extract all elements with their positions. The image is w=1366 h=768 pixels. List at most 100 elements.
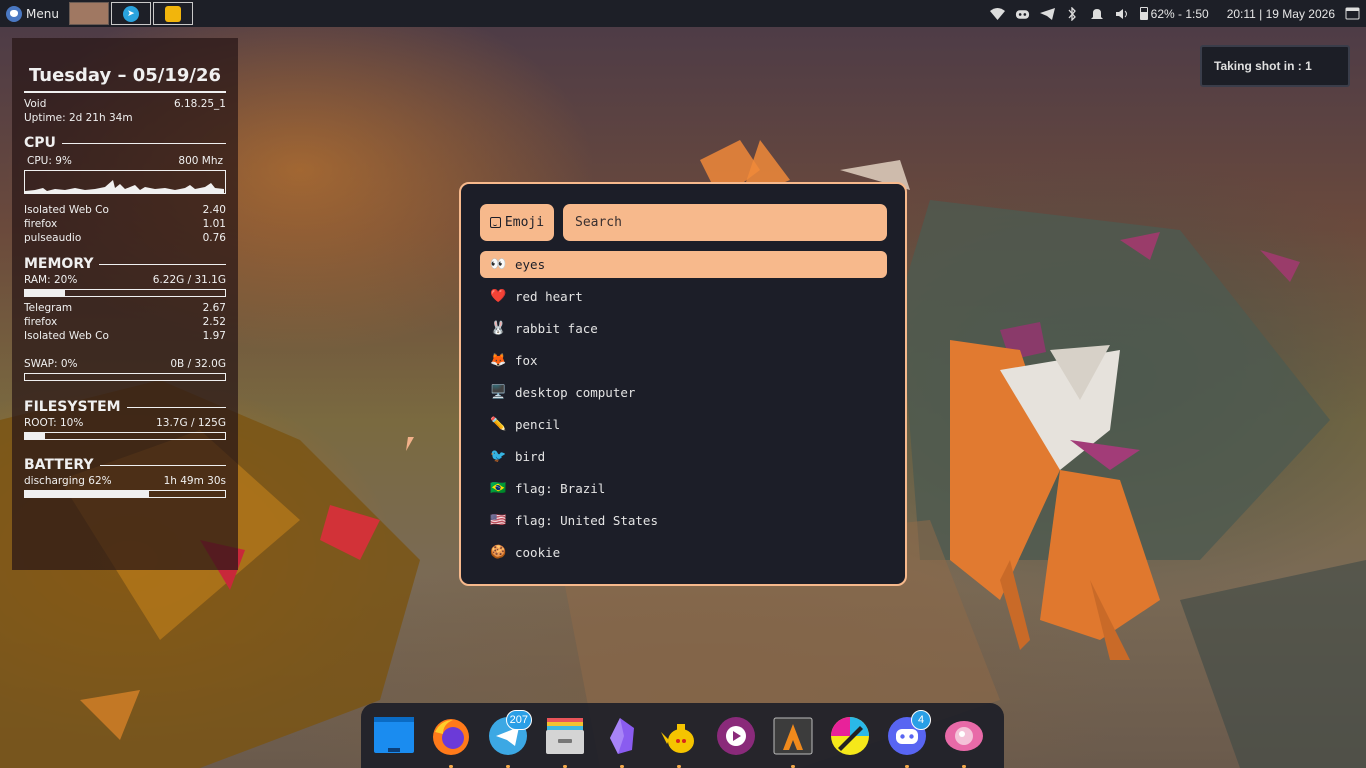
emoji-picker: Emoji 👀 eyes ❤️ red heart 🐰 rabbit face 🦊 fox 🖥️… bbox=[459, 182, 907, 586]
emoji-label: pencil bbox=[515, 417, 561, 432]
running-indicator bbox=[677, 764, 681, 768]
conky-date: Tuesday – 05/19/26 bbox=[28, 65, 222, 86]
dock-app-file-manager[interactable] bbox=[545, 716, 585, 768]
obsidian-icon bbox=[610, 717, 634, 754]
ram-label: RAM: 20% bbox=[24, 274, 78, 286]
emoji-item[interactable]: 🍪 cookie bbox=[480, 539, 887, 566]
taskbar-item-telegram[interactable]: ➤ bbox=[110, 2, 151, 25]
firefox-icon bbox=[433, 718, 469, 755]
system-monitor-widget: Tuesday – 05/19/26 Void 6.18.25_1 Uptime… bbox=[12, 38, 238, 570]
battery-indicator[interactable]: 62% - 1:50 bbox=[1139, 6, 1209, 21]
emoji-item[interactable]: 👀 eyes bbox=[480, 251, 887, 278]
dock-app-discord[interactable]: 4 bbox=[887, 709, 931, 768]
mode-switch-button[interactable]: Emoji bbox=[480, 204, 554, 241]
search-input[interactable] bbox=[563, 204, 887, 241]
battery-status: discharging 62% bbox=[24, 475, 112, 487]
emoji-item[interactable]: ❤️ red heart bbox=[480, 283, 887, 310]
discord-icon[interactable] bbox=[1015, 7, 1030, 21]
mode-label: Emoji bbox=[504, 215, 545, 230]
window-icon[interactable] bbox=[1345, 7, 1360, 21]
dock-app-firefox[interactable] bbox=[431, 716, 471, 768]
emoji-label: flag: United States bbox=[515, 513, 658, 528]
running-indicator bbox=[962, 764, 966, 768]
battery-bar bbox=[24, 490, 226, 498]
battery-time: 1h 49m 30s bbox=[163, 475, 226, 487]
dock-app-eye[interactable] bbox=[944, 716, 984, 768]
emoji-glyph: 🖥️ bbox=[490, 385, 507, 400]
emoji-label: desktop computer bbox=[515, 385, 636, 400]
root-row: ROOT: 10% 13.7G / 125G bbox=[24, 416, 226, 430]
emoji-glyph: 🐰 bbox=[490, 321, 507, 336]
emoji-glyph: ❤️ bbox=[490, 289, 507, 304]
emoji-item[interactable]: 🐰 rabbit face bbox=[480, 315, 887, 342]
emoji-item[interactable]: 🖥️ desktop computer bbox=[480, 379, 887, 406]
system-tray: 62% - 1:50 20:11 | 19 May 2026 bbox=[989, 0, 1366, 27]
process-name: Isolated Web Co bbox=[24, 330, 109, 342]
process-name: Isolated Web Co bbox=[24, 204, 109, 216]
dock-app-krita[interactable] bbox=[830, 716, 870, 756]
emoji-label: cookie bbox=[515, 545, 561, 560]
swap-row: SWAP: 0% 0B / 32.0G bbox=[24, 357, 226, 371]
menu-button[interactable]: Menu bbox=[0, 0, 65, 27]
dock-app-telegram[interactable]: 207 bbox=[488, 709, 532, 768]
cpu-heading: CPU bbox=[24, 134, 226, 152]
battery-heading: BATTERY bbox=[24, 456, 226, 474]
emoji-item[interactable]: 🇧🇷 flag: Brazil bbox=[480, 475, 887, 502]
dock-app-media-player[interactable] bbox=[716, 716, 756, 756]
emoji-item[interactable]: ✏️ pencil bbox=[480, 411, 887, 438]
mem-process-row: Isolated Web Co 1.97 bbox=[24, 329, 226, 343]
screenshot-notification[interactable]: Taking shot in : 1 bbox=[1200, 45, 1350, 87]
process-value: 1.01 bbox=[202, 218, 226, 230]
battery-row: discharging 62% 1h 49m 30s bbox=[24, 474, 226, 488]
kernel-version: 6.18.25_1 bbox=[173, 98, 226, 110]
root-value: 13.7G / 125G bbox=[156, 417, 226, 429]
clock[interactable]: 20:11 | 19 May 2026 bbox=[1227, 7, 1335, 21]
taskbar-item-empty[interactable] bbox=[194, 2, 241, 25]
ram-row: RAM: 20% 6.22G / 31.1G bbox=[24, 273, 226, 287]
volume-icon[interactable] bbox=[1115, 7, 1130, 21]
telegram-icon[interactable] bbox=[1039, 7, 1055, 21]
process-value: 2.67 bbox=[202, 302, 226, 314]
cpu-freq: 800 Mhz bbox=[178, 155, 223, 167]
emoji-item[interactable]: 🐦 bird bbox=[480, 443, 887, 470]
swap-bar bbox=[24, 373, 226, 381]
desktop-icon bbox=[374, 716, 414, 753]
dock-app-obsidian[interactable] bbox=[602, 716, 642, 768]
taskbar: ➤ bbox=[68, 0, 241, 27]
emoji-glyph: 🍪 bbox=[490, 545, 507, 560]
hand-icon bbox=[164, 5, 181, 22]
dock: 207 4 bbox=[361, 703, 1004, 768]
teapot-icon bbox=[661, 723, 694, 753]
battery-icon bbox=[1139, 7, 1148, 20]
notifications-icon[interactable] bbox=[1090, 7, 1105, 21]
emoji-glyph: 👀 bbox=[490, 257, 507, 272]
emoji-list: 👀 eyes ❤️ red heart 🐰 rabbit face 🦊 fox 🖥️ deskto… bbox=[480, 251, 887, 571]
emoji-item[interactable]: 🇺🇸 flag: United States bbox=[480, 507, 887, 534]
dock-app-desktop[interactable] bbox=[374, 716, 414, 756]
running-indicator bbox=[791, 764, 795, 768]
emoji-glyph: 🇧🇷 bbox=[490, 481, 507, 496]
process-name: firefox bbox=[24, 218, 58, 230]
running-indicator bbox=[905, 764, 909, 768]
bluetooth-icon[interactable] bbox=[1065, 6, 1080, 21]
krita-icon bbox=[831, 716, 869, 755]
cpu-usage: CPU: 9% bbox=[27, 155, 72, 167]
taskbar-item-app[interactable] bbox=[152, 2, 193, 25]
dock-app-teapot[interactable] bbox=[659, 716, 699, 768]
ram-value: 6.22G / 31.1G bbox=[152, 274, 226, 286]
terminal-icon bbox=[773, 717, 813, 754]
file-manager-icon bbox=[546, 717, 584, 754]
running-indicator bbox=[563, 764, 567, 768]
emoji-label: rabbit face bbox=[515, 321, 598, 336]
taskbar-item-active[interactable] bbox=[68, 2, 109, 25]
wifi-icon[interactable] bbox=[989, 7, 1005, 21]
battery-text: 62% - 1:50 bbox=[1150, 6, 1209, 21]
os-name: Void bbox=[24, 98, 47, 110]
emoji-item[interactable]: 🦊 fox bbox=[480, 347, 887, 374]
emoji-label: flag: Brazil bbox=[515, 481, 606, 496]
media-player-icon bbox=[717, 716, 755, 755]
dock-app-alacritty[interactable] bbox=[773, 716, 813, 768]
emoji-mode-icon bbox=[489, 217, 501, 228]
emoji-glyph: 🦊 bbox=[490, 353, 507, 368]
cpu-process-row: Isolated Web Co 2.40 bbox=[24, 203, 226, 217]
